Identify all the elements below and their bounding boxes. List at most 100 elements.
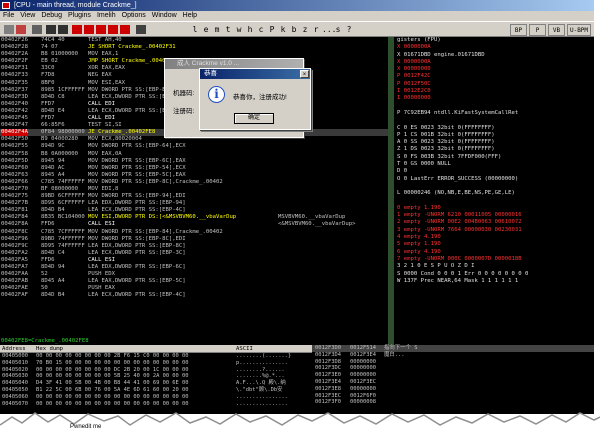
toolbar-letter-button[interactable]: k <box>278 24 288 35</box>
dump-col-hex[interactable]: Hex dump <box>36 345 63 353</box>
toolbar-letter-button[interactable]: t <box>223 24 233 35</box>
register-line[interactable]: X 00000000 <box>394 66 594 73</box>
register-line[interactable]: C 0 ES 0023 32bit 0(FFFFFFFF) <box>394 125 594 132</box>
register-line[interactable]: W 137F Prec NEAR,64 Mask 1 1 1 1 1 1 <box>394 278 594 285</box>
taskbar-item[interactable]: Pwnedit me <box>70 424 101 430</box>
dump-row[interactable]: 00405020 00 00 00 00 00 00 00 00 DC 2B 20… <box>0 367 312 374</box>
disassembly-row[interactable]: 00402F60 894D AC MOV DWORD PTR SS:[EBP-54]… <box>0 165 388 172</box>
register-line[interactable]: X 0000000A <box>394 44 594 51</box>
disassembly-row[interactable]: 00402FAE 50 PUSH EAX <box>0 285 388 292</box>
disassembly-row[interactable]: 00402F55 894D 9C MOV DWORD PTR SS:[EBP-64]… <box>0 143 388 150</box>
toolbar-p-button[interactable]: P <box>529 24 546 36</box>
disassembly-row[interactable]: 00402F26 74C4 40 TEST AH,40 <box>0 37 388 44</box>
toolbar-letter-button[interactable]: h <box>245 24 255 35</box>
register-line[interactable]: X 0000000A <box>394 59 594 66</box>
restart-icon[interactable] <box>16 25 26 34</box>
trace-over-icon[interactable] <box>108 25 118 34</box>
register-line[interactable]: O 0 LastErr ERROR_SUCCESS (00000000) <box>394 176 594 183</box>
menu-item-options[interactable]: Options <box>122 12 146 19</box>
disassembly-row[interactable]: 00402F5D 8945 94 MOV DWORD PTR SS:[EBP-6C]… <box>0 158 388 165</box>
disassembly-row[interactable]: 00402FA2 8D4D C4 LEA ECX,DWORD PTR SS:[EBP… <box>0 250 388 257</box>
menu-item-help[interactable]: Help <box>183 12 197 19</box>
register-line[interactable]: 0 empty 1.190 <box>394 205 594 212</box>
register-line[interactable]: L 00000246 (NO,NB,E,BE,NS,PE,GE,LE) <box>394 190 594 197</box>
toolbar-letter-button[interactable]: ? <box>344 24 354 35</box>
pause-icon[interactable] <box>58 25 68 34</box>
disassembly-row[interactable]: 00402F7B 8D95 6CFFFFFF LEA EDX,DWORD PTR S… <box>0 200 388 207</box>
run-icon[interactable] <box>46 25 56 34</box>
dump-row[interactable]: 00405010 70 B0 15 00 00 00 00 00 00 00 00… <box>0 360 312 367</box>
stack-row[interactable]: 0012F3E8 00000000 <box>312 386 594 393</box>
toolbar-letter-button[interactable]: m <box>212 24 222 35</box>
title-bar[interactable]: [CPU - main thread, module Crackme_] <box>0 0 594 11</box>
register-line[interactable] <box>394 183 594 190</box>
toolbar-letter-button[interactable]: z <box>300 24 310 35</box>
dump-col-ascii[interactable]: ASCII <box>236 345 253 353</box>
toolbar-letter-button[interactable]: r <box>311 24 321 35</box>
toolbar-letter-button[interactable]: l <box>190 24 200 35</box>
toolbar-letter-button[interactable]: w <box>234 24 244 35</box>
toolbar-vb-button[interactable]: VB <box>548 24 565 36</box>
disassembly-row[interactable]: 00402F96 89BD 74FFFFFF MOV DWORD PTR SS:[E… <box>0 236 388 243</box>
toolbar-bp-button[interactable]: BP <box>510 24 527 36</box>
step-into-icon[interactable] <box>72 25 82 34</box>
register-line[interactable]: T 0 GS 0000 NULL <box>394 161 594 168</box>
registers-pane[interactable]: gisters (FPU) X 0000000A X 01671DBD engin… <box>394 37 594 345</box>
register-line[interactable]: 1 empty -UNORM 6210 00011005 00000016 <box>394 212 594 219</box>
disassembly-row[interactable]: 00402F81 8D4D B4 LEA ECX,DWORD PTR SS:[EBP… <box>0 207 388 214</box>
disassembly-row[interactable]: 00402F75 89BD 6CFFFFFF MOV DWORD PTR SS:[E… <box>0 193 388 200</box>
open-icon[interactable] <box>4 25 14 34</box>
disassembly-row[interactable]: 00402F58 B8 0A000000 MOV EAX,0A <box>0 151 388 158</box>
disassembly-row[interactable]: 00402F70 BF 08000000 MOV EDI,8 <box>0 186 388 193</box>
stack-row[interactable]: 0012F3D8 00000000 <box>312 359 594 366</box>
toolbar-u-bpm-button[interactable]: U-BPM <box>567 24 591 36</box>
register-line[interactable]: P 0012F50C <box>394 81 594 88</box>
menu-item-plugins[interactable]: Plugins <box>68 12 91 19</box>
register-line[interactable]: S 0 FS 003B 32bit 7FFDF000(FFF) <box>394 154 594 161</box>
message-box-close-button[interactable]: × <box>300 70 309 78</box>
disassembly-row[interactable]: 00402F9C 8D95 74FFFFFF LEA EDX,DWORD PTR S… <box>0 243 388 250</box>
register-line[interactable]: 3 2 1 0 E S P U O Z D I <box>394 263 594 270</box>
register-line[interactable]: 5 empty 1.190 <box>394 241 594 248</box>
register-line[interactable]: P 7C92EB94 ntdll.KiFastSystemCallRet <box>394 110 594 117</box>
register-line[interactable]: Z 1 DS 0023 32bit 0(FFFFFFFF) <box>394 146 594 153</box>
toolbar-letter-button[interactable]: P <box>267 24 277 35</box>
goto-icon[interactable] <box>136 25 146 34</box>
register-line[interactable] <box>394 117 594 124</box>
register-line[interactable] <box>394 198 594 205</box>
register-line[interactable]: 2 empty -UNORM 00E2 004B0063 00610072 <box>394 219 594 226</box>
disassembly-row[interactable]: 00402FA7 8D4D 94 LEA EDX,DWORD PTR SS:[EBP… <box>0 264 388 271</box>
stack-row[interactable]: 0012F3D4 0012F3E4 魔白... <box>312 352 594 359</box>
disassembly-row[interactable]: 00402F63 8945 A4 MOV DWORD PTR SS:[EBP-5C]… <box>0 172 388 179</box>
stack-row[interactable]: 0012F3E4 0012F3EC <box>312 379 594 386</box>
menu-item-debug[interactable]: Debug <box>41 12 62 19</box>
close-icon[interactable] <box>32 25 42 34</box>
register-line[interactable]: 6 empty 4.190 <box>394 249 594 256</box>
register-line[interactable]: A 0 SS 0023 32bit 0(FFFFFFFF) <box>394 139 594 146</box>
menu-item-view[interactable]: View <box>20 12 35 19</box>
dump-col-address[interactable]: Address <box>2 345 26 353</box>
disassembly-row[interactable]: 00402F66 C785 74FFFFFF MOV DWORD PTR SS:[E… <box>0 179 388 186</box>
menu-item-file[interactable]: File <box>3 12 14 19</box>
stack-row[interactable]: 0012F3E0 00000000 <box>312 372 594 379</box>
register-line[interactable]: P 0012F42C <box>394 73 594 80</box>
register-line[interactable] <box>394 103 594 110</box>
disassembly-row[interactable]: 00402FAB 8D45 A4 LEA EAX,DWORD PTR SS:[EBP… <box>0 278 388 285</box>
menu-item-window[interactable]: Window <box>152 12 177 19</box>
register-line[interactable]: I 0012E2C0 <box>394 88 594 95</box>
register-line[interactable]: I 00000000 <box>394 95 594 102</box>
register-line[interactable]: 7 empty -UNORM 000C 0000007D 0000018B <box>394 256 594 263</box>
dump-row[interactable]: 00405000 00 00 00 00 00 00 00 00 2B F6 15… <box>0 353 312 360</box>
register-line[interactable]: X 01671DBD engine.01671DBD <box>394 52 594 59</box>
toolbar-letter-button[interactable]: b <box>289 24 299 35</box>
register-line[interactable]: D 0 <box>394 168 594 175</box>
register-line[interactable]: 3 empty -UNORM 7664 00000030 00230031 <box>394 227 594 234</box>
execute-till-return-icon[interactable] <box>120 25 130 34</box>
disassembly-row[interactable]: 00402F8A FFD6 CALL ESI <&MSVBVM60.__vbaVarD… <box>0 221 388 228</box>
disassembly-row[interactable]: 00402FAF 8D4D B4 LEA ECX,DWORD PTR SS:[EBP… <box>0 292 388 299</box>
ok-button[interactable]: 确定 <box>234 113 274 124</box>
toolbar-letter-button[interactable]: s <box>333 24 343 35</box>
trace-into-icon[interactable] <box>96 25 106 34</box>
toolbar-letter-button[interactable]: e <box>201 24 211 35</box>
step-over-icon[interactable] <box>84 25 94 34</box>
